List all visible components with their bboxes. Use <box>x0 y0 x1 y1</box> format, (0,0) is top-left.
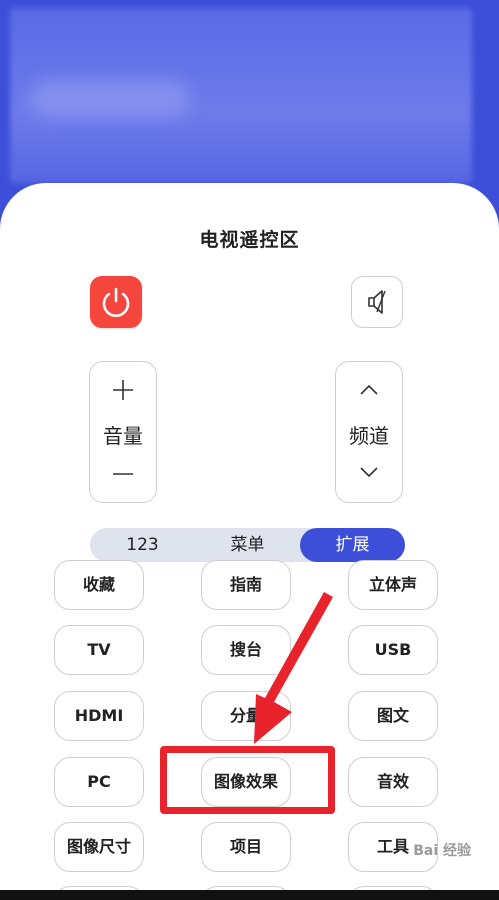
power-icon <box>102 287 130 317</box>
plus-icon <box>113 380 133 400</box>
watermark: Bai 经验 <box>413 843 471 859</box>
minus-icon <box>113 473 133 475</box>
tab-123[interactable]: 123 <box>90 528 195 562</box>
volume-up-button[interactable] <box>90 376 156 408</box>
blurred-text <box>30 80 190 118</box>
panel-title: 电视遥控区 <box>199 229 300 251</box>
key-teletext[interactable]: 图文 <box>348 691 438 741</box>
channel-up-button[interactable] <box>336 376 402 408</box>
channel-down-button[interactable] <box>336 458 402 490</box>
key-sound-effect[interactable]: 音效 <box>348 757 438 807</box>
key-stereo[interactable]: 立体声 <box>348 560 438 610</box>
tab-extend[interactable]: 扩展 <box>300 528 405 562</box>
screen: 电视遥控区 音量 频道 123 菜单 扩展 收藏 指南 立体声 TV 搜台 US… <box>0 0 499 900</box>
key-picture-size[interactable]: 图像尺寸 <box>54 822 144 872</box>
channel-label: 频道 <box>349 424 389 448</box>
key-usb[interactable]: USB <box>348 625 438 675</box>
volume-down-button[interactable] <box>90 460 156 492</box>
mode-tabs: 123 菜单 扩展 <box>90 528 405 562</box>
key-guide[interactable]: 指南 <box>201 560 291 610</box>
key-hdmi[interactable]: HDMI <box>54 691 144 741</box>
speaker-mute-icon <box>368 290 386 314</box>
tab-menu[interactable]: 菜单 <box>195 528 300 562</box>
bottom-bar <box>0 890 499 900</box>
key-component[interactable]: 分量 <box>201 691 291 741</box>
highlight-annotation-box <box>160 746 335 814</box>
key-pc[interactable]: PC <box>54 757 144 807</box>
key-channel-search[interactable]: 搜台 <box>201 625 291 675</box>
channel-rocker: 频道 <box>335 361 403 503</box>
chevron-up-icon <box>360 384 378 395</box>
volume-rocker: 音量 <box>89 361 157 503</box>
chevron-down-icon <box>360 467 378 478</box>
volume-label: 音量 <box>103 424 143 448</box>
power-button[interactable] <box>90 276 142 328</box>
mute-button[interactable] <box>351 276 403 328</box>
key-favorites[interactable]: 收藏 <box>54 560 144 610</box>
key-item[interactable]: 项目 <box>201 822 291 872</box>
key-tv[interactable]: TV <box>54 625 144 675</box>
